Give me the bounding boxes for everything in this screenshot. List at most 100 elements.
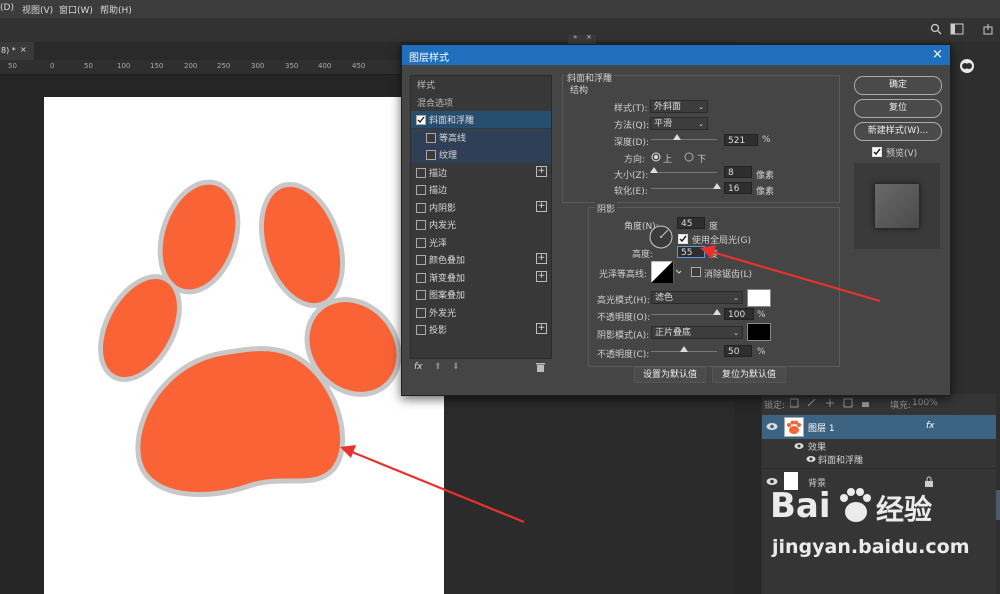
arrow-up-icon[interactable]: ⬆: [434, 362, 442, 372]
menu-item-d[interactable]: (D): [0, 3, 14, 13]
menu-item-window[interactable]: 窗口(W): [59, 3, 93, 16]
style-checkbox[interactable]: [416, 220, 426, 230]
style-list-item[interactable]: 纹理: [411, 146, 551, 163]
style-list-item[interactable]: 样式: [411, 76, 551, 93]
depth-input[interactable]: 521: [724, 134, 758, 146]
highlight-opacity-slider[interactable]: [651, 314, 717, 315]
depth-slider-knob[interactable]: [673, 134, 682, 140]
style-list-item[interactable]: 内发光: [411, 216, 551, 233]
style-list-label: 纹理: [439, 151, 458, 161]
fx-icon[interactable]: fx: [414, 362, 423, 372]
style-checkbox[interactable]: [416, 272, 426, 283]
shadow-color-swatch[interactable]: [747, 323, 771, 341]
add-style-icon[interactable]: +: [536, 200, 547, 212]
search-icon[interactable]: [930, 23, 942, 35]
visibility-eye-icon[interactable]: [766, 422, 778, 431]
style-checkbox[interactable]: [416, 115, 426, 125]
make-default-button[interactable]: 设置为默认值: [634, 367, 706, 383]
gloss-contour-preview[interactable]: [651, 261, 681, 283]
style-list-item[interactable]: 外发光: [411, 304, 551, 321]
angle-input[interactable]: 45: [677, 217, 705, 229]
menu-item-view[interactable]: 视图(V): [22, 3, 53, 16]
menu-bar: (D) 视图(V) 窗口(W) 帮助(H): [0, 0, 1000, 18]
direction-down-radio[interactable]: [684, 152, 694, 162]
style-checkbox[interactable]: [416, 290, 426, 300]
layer-effect-bevel-row[interactable]: 斜面和浮雕: [762, 452, 996, 466]
shadow-opacity-input[interactable]: 50: [724, 345, 752, 357]
fill-value[interactable]: 100%: [912, 398, 938, 408]
visibility-eye-icon[interactable]: [806, 455, 816, 463]
style-list-item[interactable]: 投影 +: [411, 321, 551, 338]
soften-slider[interactable]: [651, 188, 717, 189]
style-checkbox[interactable]: [416, 237, 426, 248]
style-list-item[interactable]: 描边 +: [411, 164, 551, 181]
preview-checkbox[interactable]: [872, 147, 882, 157]
style-list-item[interactable]: 渐变叠加 +: [411, 269, 551, 286]
size-slider-knob[interactable]: [650, 167, 659, 173]
lock-icons[interactable]: [790, 398, 882, 408]
workspace-icon[interactable]: [950, 23, 964, 35]
angle-dial[interactable]: [649, 225, 673, 249]
style-checkbox[interactable]: [416, 307, 426, 318]
depth-slider[interactable]: [651, 139, 717, 140]
style-list-item[interactable]: 等高线: [411, 128, 551, 146]
style-list-item[interactable]: 颜色叠加 +: [411, 251, 551, 268]
shadow-opacity-knob[interactable]: [680, 346, 688, 352]
style-list-item[interactable]: 内阴影 +: [411, 199, 551, 216]
style-checkbox[interactable]: [426, 150, 436, 160]
global-light-checkbox[interactable]: [678, 234, 688, 244]
arrow-down-icon[interactable]: ⬇: [452, 362, 460, 372]
share-icon[interactable]: [982, 23, 994, 35]
add-style-icon[interactable]: +: [536, 270, 547, 282]
lock-label: 锁定:: [764, 401, 786, 411]
style-checkbox[interactable]: [416, 167, 426, 178]
style-checkbox[interactable]: [416, 255, 426, 265]
style-list-item[interactable]: 斜面和浮雕: [411, 111, 551, 128]
style-dropdown[interactable]: 外斜面 ⌄: [650, 100, 708, 113]
creative-cloud-icon[interactable]: [957, 58, 977, 74]
size-input[interactable]: 8: [724, 166, 752, 178]
add-style-icon[interactable]: +: [536, 165, 547, 177]
antialias-checkbox[interactable]: [691, 267, 701, 277]
highlight-color-swatch[interactable]: [747, 289, 771, 307]
highlight-opacity-input[interactable]: 100: [724, 308, 754, 320]
style-checkbox[interactable]: [416, 185, 426, 195]
highlight-mode-dropdown[interactable]: 滤色 ⌄: [651, 291, 743, 304]
ruler-tick-label: 400: [318, 62, 332, 70]
style-checkbox[interactable]: [416, 202, 426, 213]
ok-button[interactable]: 确定: [854, 76, 942, 95]
layer-effects-row[interactable]: 效果: [762, 439, 996, 453]
style-list-item[interactable]: 描边: [411, 181, 551, 198]
soften-input[interactable]: 16: [724, 182, 752, 194]
fx-badge[interactable]: fx: [926, 421, 935, 431]
size-slider[interactable]: [651, 172, 717, 173]
style-list-item[interactable]: 光泽: [411, 234, 551, 251]
add-style-icon[interactable]: +: [536, 253, 547, 264]
close-icon[interactable]: ×: [20, 45, 27, 54]
dialog-titlebar[interactable]: 图层样式 ×: [402, 45, 950, 65]
trash-icon[interactable]: [536, 362, 545, 372]
style-checkbox[interactable]: [426, 132, 436, 143]
style-list-item[interactable]: 图案叠加: [411, 286, 551, 303]
shadow-mode-dropdown[interactable]: 正片叠底 ⌄: [651, 326, 743, 339]
soften-slider-knob[interactable]: [713, 183, 721, 189]
close-icon[interactable]: ×: [932, 47, 943, 62]
style-list-footer: fx ⬆ ⬇: [410, 358, 550, 378]
reset-button[interactable]: 复位: [854, 99, 942, 118]
panel-collapse-handle[interactable]: » ×: [568, 33, 596, 44]
new-style-button[interactable]: 新建样式(W)...: [854, 122, 942, 141]
direction-up-radio[interactable]: [651, 152, 661, 162]
add-style-icon[interactable]: +: [536, 323, 547, 334]
layer-row-1[interactable]: 图层 1 fx: [762, 415, 996, 439]
style-list-item[interactable]: 混合选项: [411, 94, 551, 111]
highlight-opacity-knob[interactable]: [713, 309, 721, 315]
technique-dropdown[interactable]: 平滑 ⌄: [650, 117, 708, 130]
menu-item-help[interactable]: 帮助(H): [100, 3, 132, 16]
document-tab[interactable]: 8) * ×: [0, 42, 34, 60]
layer-thumbnail: [784, 417, 804, 437]
ruler-tick-label: 350: [285, 62, 299, 70]
reset-default-button[interactable]: 复位为默认值: [712, 367, 786, 383]
style-checkbox[interactable]: [416, 325, 426, 335]
visibility-eye-icon[interactable]: [794, 442, 804, 450]
altitude-input[interactable]: 55: [677, 246, 705, 258]
